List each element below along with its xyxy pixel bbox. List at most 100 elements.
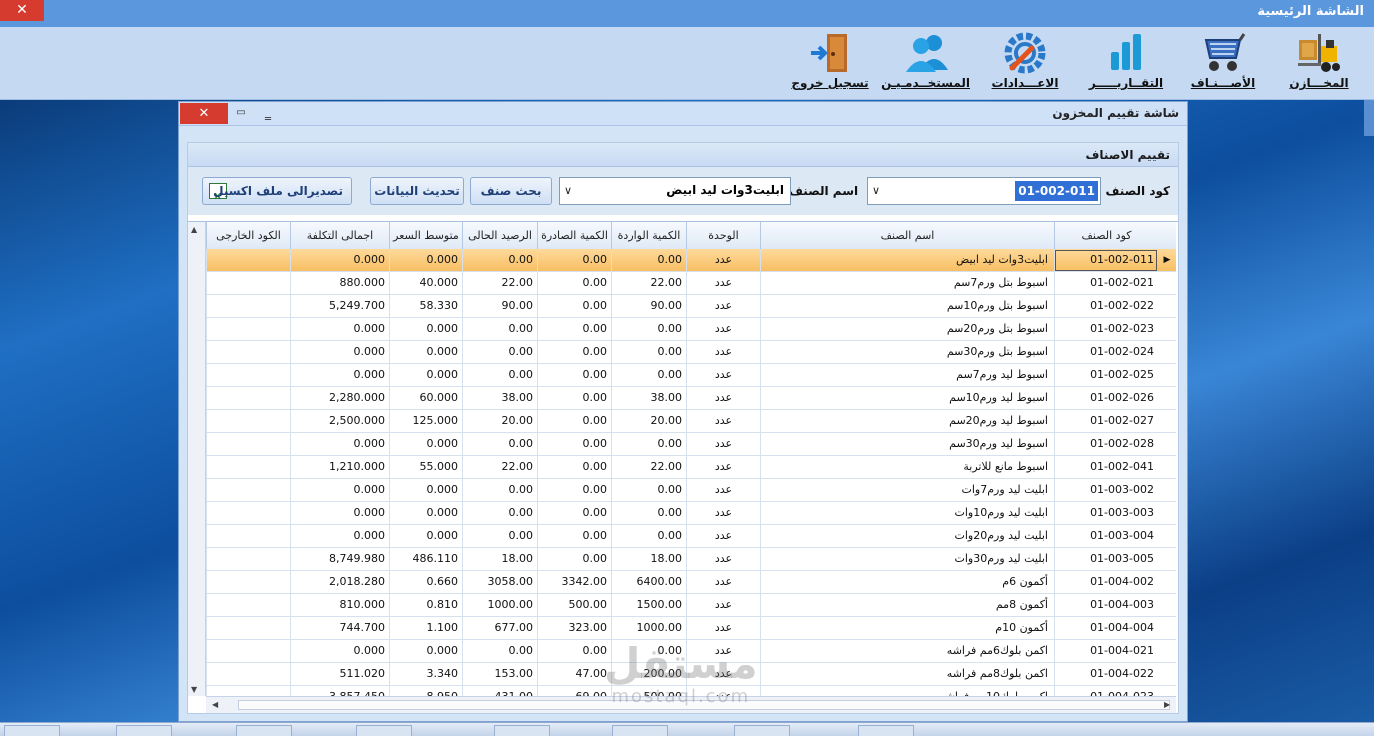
ribbon-settings-button[interactable]: الاعـــدادات — [982, 27, 1068, 100]
cell-total-cost[interactable]: 3,857.450 — [290, 686, 389, 696]
table-row[interactable]: 01-004-002 أكمون 6م عدد 6400.00 3342.00 3058.… — [206, 571, 1176, 594]
cell-external-code[interactable] — [206, 341, 290, 364]
cell-qty-in[interactable]: 22.00 — [611, 272, 686, 295]
cell-unit[interactable]: عدد — [686, 502, 760, 525]
cell-unit[interactable]: عدد — [686, 617, 760, 640]
cell-qty-out[interactable]: 0.00 — [537, 502, 611, 525]
table-row[interactable]: 01-002-028 اسبوط ليد ورم30سم عدد 0.00 0.00 0.… — [206, 433, 1176, 456]
col-header-code[interactable]: كود الصنف — [1054, 222, 1158, 249]
cell-avg-price[interactable]: 0.000 — [389, 525, 462, 548]
cell-avg-price[interactable]: 3.340 — [389, 663, 462, 686]
ribbon-logout-button[interactable]: تسجيل خروج — [788, 27, 872, 100]
cell-total-cost[interactable]: 2,280.000 — [290, 387, 389, 410]
cell-external-code[interactable] — [206, 594, 290, 617]
cell-balance[interactable]: 18.00 — [462, 548, 537, 571]
ribbon-reports-button[interactable]: التقــاريـــــر — [1082, 27, 1170, 100]
row-selector[interactable] — [1158, 456, 1176, 479]
cell-code[interactable]: 01-002-022 — [1054, 295, 1158, 318]
row-selector[interactable] — [1158, 502, 1176, 525]
cell-qty-in[interactable]: 0.00 — [611, 433, 686, 456]
table-row[interactable]: 01-002-027 اسبوط ليد ورم20سم عدد 20.00 0.00 2… — [206, 410, 1176, 433]
cell-external-code[interactable] — [206, 433, 290, 456]
cell-qty-in[interactable]: 0.00 — [611, 479, 686, 502]
table-row[interactable]: 01-004-004 أكمون 10م عدد 1000.00 323.00 677.0… — [206, 617, 1176, 640]
cell-total-cost[interactable]: 511.020 — [290, 663, 389, 686]
table-row[interactable]: 01-002-026 اسبوط ليد ورم10سم عدد 38.00 0.00 3… — [206, 387, 1176, 410]
cell-avg-price[interactable]: 125.000 — [389, 410, 462, 433]
taskbar-button[interactable] — [116, 725, 172, 736]
cell-total-cost[interactable]: 0.000 — [290, 640, 389, 663]
cell-name[interactable]: اسبوط ليد ورم10سم — [760, 387, 1054, 410]
cell-total-cost[interactable]: 1,210.000 — [290, 456, 389, 479]
cell-code[interactable]: 01-002-024 — [1054, 341, 1158, 364]
cell-qty-out[interactable]: 500.00 — [537, 594, 611, 617]
cell-total-cost[interactable]: 8,749.980 — [290, 548, 389, 571]
cell-qty-in[interactable]: 0.00 — [611, 318, 686, 341]
cell-total-cost[interactable]: 0.000 — [290, 525, 389, 548]
cell-qty-in[interactable]: 22.00 — [611, 456, 686, 479]
cell-name[interactable]: اسبوط ليد ورم7سم — [760, 364, 1054, 387]
row-selector[interactable] — [1158, 525, 1176, 548]
cell-qty-out[interactable]: 0.00 — [537, 387, 611, 410]
scroll-right-arrow-icon[interactable]: ▶ — [1164, 700, 1170, 709]
cell-external-code[interactable] — [206, 617, 290, 640]
cell-qty-out[interactable]: 0.00 — [537, 456, 611, 479]
cell-name[interactable]: أكمون 6م — [760, 571, 1054, 594]
table-row[interactable]: 01-002-024 اسبوط بتل ورم30سم عدد 0.00 0.00 0.… — [206, 341, 1176, 364]
cell-unit[interactable]: عدد — [686, 318, 760, 341]
cell-unit[interactable]: عدد — [686, 456, 760, 479]
cell-code[interactable]: 01-002-021 — [1054, 272, 1158, 295]
cell-external-code[interactable] — [206, 640, 290, 663]
cell-external-code[interactable] — [206, 571, 290, 594]
cell-qty-in[interactable]: 0.00 — [611, 502, 686, 525]
cell-name[interactable]: اسبوط بتل ورم10سم — [760, 295, 1054, 318]
cell-balance[interactable]: 0.00 — [462, 364, 537, 387]
cell-qty-in[interactable]: 20.00 — [611, 410, 686, 433]
cell-code[interactable]: 01-004-021 — [1054, 640, 1158, 663]
col-header-total-cost[interactable]: اجمالى التكلفة — [290, 222, 389, 249]
cell-code[interactable]: 01-004-022 — [1054, 663, 1158, 686]
col-header-avg-price[interactable]: متوسط السعر — [389, 222, 462, 249]
table-row[interactable]: 01-003-002 ابليت ليد ورم7وات عدد 0.00 0.00 0.… — [206, 479, 1176, 502]
cell-external-code[interactable] — [206, 318, 290, 341]
taskbar-button[interactable] — [236, 725, 292, 736]
cell-name[interactable]: اسبوط ليد ورم30سم — [760, 433, 1054, 456]
cell-total-cost[interactable]: 0.000 — [290, 502, 389, 525]
row-selector[interactable] — [1158, 387, 1176, 410]
cell-balance[interactable]: 22.00 — [462, 456, 537, 479]
row-selector[interactable]: ▶ — [1158, 249, 1176, 272]
cell-total-cost[interactable]: 0.000 — [290, 249, 389, 272]
cell-unit[interactable]: عدد — [686, 548, 760, 571]
col-header-qty-in[interactable]: الكمية الواردة — [611, 222, 686, 249]
item-name-combo[interactable]: ∨ ابليت3وات ليد ابيض — [559, 177, 791, 205]
cell-qty-out[interactable]: 0.00 — [537, 525, 611, 548]
cell-code[interactable]: 01-002-041 — [1054, 456, 1158, 479]
cell-unit[interactable]: عدد — [686, 594, 760, 617]
cell-total-cost[interactable]: 744.700 — [290, 617, 389, 640]
cell-qty-in[interactable]: 18.00 — [611, 548, 686, 571]
cell-avg-price[interactable]: 40.000 — [389, 272, 462, 295]
cell-balance[interactable]: 20.00 — [462, 410, 537, 433]
cell-qty-in[interactable]: 90.00 — [611, 295, 686, 318]
cell-qty-out[interactable]: 0.00 — [537, 548, 611, 571]
taskbar-button[interactable] — [858, 725, 914, 736]
cell-code[interactable]: 01-003-005 — [1054, 548, 1158, 571]
ribbon-items-button[interactable]: الأصـــنـاف — [1180, 27, 1266, 100]
cell-avg-price[interactable]: 55.000 — [389, 456, 462, 479]
col-header-qty-out[interactable]: الكمية الصادرة — [537, 222, 611, 249]
scroll-up-arrow-icon[interactable]: ▲ — [191, 225, 197, 234]
taskbar-button[interactable] — [734, 725, 790, 736]
cell-balance[interactable]: 0.00 — [462, 525, 537, 548]
cell-unit[interactable]: عدد — [686, 364, 760, 387]
ribbon-stores-button[interactable]: المخـــازن — [1276, 27, 1362, 100]
cell-code[interactable]: 01-004-004 — [1054, 617, 1158, 640]
refresh-data-button[interactable]: تحديث البيانات — [370, 177, 464, 205]
cell-name[interactable]: اسبوط بتل ورم20سم — [760, 318, 1054, 341]
cell-avg-price[interactable]: 0.660 — [389, 571, 462, 594]
cell-avg-price[interactable]: 0.000 — [389, 364, 462, 387]
cell-code[interactable]: 01-002-027 — [1054, 410, 1158, 433]
cell-qty-out[interactable]: 0.00 — [537, 272, 611, 295]
cell-qty-in[interactable]: 1000.00 — [611, 617, 686, 640]
cell-code[interactable]: 01-002-028 — [1054, 433, 1158, 456]
cell-qty-out[interactable]: 0.00 — [537, 318, 611, 341]
